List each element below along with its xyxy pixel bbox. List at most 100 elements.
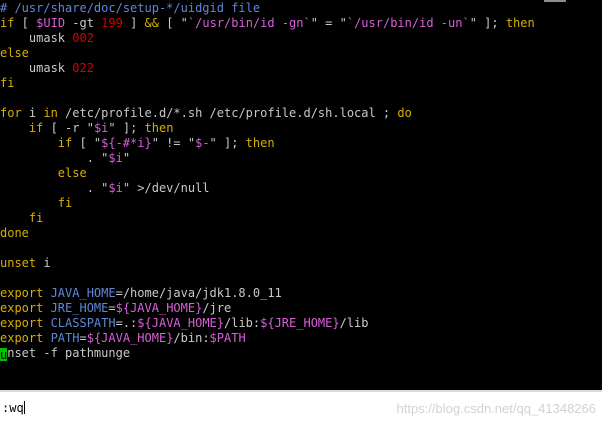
code-token: umask [0, 61, 73, 75]
code-token: PATH [43, 331, 80, 345]
command-line-bar[interactable]: :wq https://blog.csdn.net/qq_41348266 [0, 390, 602, 426]
code-token: ${JRE_HOME} [260, 316, 340, 330]
code-token: else [57, 166, 87, 180]
code-line[interactable] [0, 91, 535, 106]
code-token: JAVA_HOME [43, 286, 116, 300]
code-token: i [21, 106, 44, 120]
code-token: export [0, 301, 44, 315]
command-text: :wq [2, 401, 24, 415]
code-token: [ [14, 16, 37, 30]
code-token: $i [93, 121, 109, 135]
code-token: $i [108, 151, 123, 165]
code-line[interactable]: fi [0, 196, 535, 211]
code-line[interactable]: export CLASSPATH=.:${JAVA_HOME}/lib:${JR… [0, 316, 535, 331]
code-token: then [144, 121, 174, 135]
code-token: for [0, 106, 22, 120]
code-token: ${JAVA_HOME} [86, 331, 174, 345]
code-line[interactable]: . "$i" [0, 151, 535, 166]
code-token: 199 [101, 16, 123, 30]
code-token: && [144, 16, 159, 30]
code-token: CLASSPATH [43, 316, 116, 330]
code-token: " != " [151, 136, 196, 150]
code-token: $- [195, 136, 210, 150]
code-line[interactable]: if [ "${-#*i}" != "$-" ]; then [0, 136, 535, 151]
code-token: = [79, 331, 87, 345]
code-line[interactable]: export JRE_HOME=${JAVA_HOME}/jre [0, 301, 535, 316]
code-line[interactable]: unset i [0, 256, 535, 271]
code-buffer[interactable]: # /usr/share/doc/setup-*/uidgid file if [… [0, 1, 535, 362]
code-token: /lib [339, 316, 369, 330]
code-line[interactable] [0, 241, 535, 256]
code-token: then [505, 16, 535, 30]
code-token: ${-#*i} [101, 136, 152, 150]
code-line[interactable]: fi [0, 76, 535, 91]
code-token: then [245, 136, 275, 150]
code-token: . " [0, 151, 109, 165]
code-token: ${JAVA_HOME} [137, 316, 224, 330]
code-line[interactable]: else [0, 46, 535, 61]
watermark: https://blog.csdn.net/qq_41348266 [396, 401, 597, 416]
code-token: /lib: [224, 316, 261, 330]
vim-editor-area[interactable]: # /usr/share/doc/setup-*/uidgid file if [… [0, 0, 602, 390]
code-token: else [0, 46, 29, 60]
code-token: i [36, 256, 51, 270]
code-line[interactable]: export PATH=${JAVA_HOME}/bin:$PATH [0, 331, 535, 346]
code-line[interactable] [0, 271, 535, 286]
code-line[interactable]: . "$i" >/dev/null [0, 181, 535, 196]
code-token: unset [0, 256, 37, 270]
code-token: [ " [159, 16, 188, 30]
code-line[interactable]: fi [0, 211, 535, 226]
code-token: " >/dev/null [122, 181, 210, 195]
code-line[interactable]: if [ -r "$i" ]; then [0, 121, 535, 136]
code-token: /bin: [173, 331, 210, 345]
code-line[interactable]: umask 022 [0, 61, 535, 76]
code-token: ${JAVA_HOME} [115, 301, 203, 315]
scroll-indicator [544, 0, 566, 2]
code-token: fi [28, 211, 44, 225]
code-line[interactable]: done [0, 226, 535, 241]
code-token: 022 [72, 61, 94, 75]
code-line[interactable]: if [ $UID -gt 199 ] && [ "`/usr/bin/id -… [0, 16, 535, 31]
code-line[interactable]: else [0, 166, 535, 181]
code-token: /etc/profile.d/*.sh /etc/profile.d/sh.lo… [57, 106, 398, 120]
code-token: [ " [72, 136, 102, 150]
code-token: fi [57, 196, 73, 210]
code-token: " ]; [469, 16, 506, 30]
code-token: umask [0, 31, 73, 45]
code-token: `/usr/bin/id -gn` [187, 16, 311, 30]
code-line[interactable]: for i in /etc/profile.d/*.sh /etc/profil… [0, 106, 535, 121]
code-line[interactable]: unset -f pathmunge [0, 346, 535, 362]
code-token: done [0, 226, 29, 240]
code-token: $PATH [209, 331, 246, 345]
code-token: fi [0, 76, 15, 90]
code-token: if [28, 121, 44, 135]
code-token: =/home/java/jdk1.8.0_11 [115, 286, 282, 300]
code-token: `/usr/bin/id -un` [346, 16, 470, 30]
code-token: nset -f pathmunge [7, 346, 131, 360]
code-token: = [108, 301, 116, 315]
code-token: 002 [72, 31, 94, 45]
code-token: " ]; [209, 136, 246, 150]
code-token: ] [122, 16, 145, 30]
code-token: # /usr/share/doc/setup-*/uidgid file [0, 1, 261, 15]
code-token: " [122, 151, 131, 165]
code-token: if [0, 16, 15, 30]
code-token: if [57, 136, 73, 150]
code-token: . " [0, 181, 109, 195]
command-line[interactable]: :wq [2, 400, 25, 416]
code-token: " = " [310, 16, 347, 30]
code-token: export [0, 316, 44, 330]
code-token: -gt [65, 16, 102, 30]
code-token: export [0, 286, 44, 300]
code-line[interactable]: # /usr/share/doc/setup-*/uidgid file [0, 1, 535, 16]
code-token: in [43, 106, 58, 120]
code-line[interactable]: export JAVA_HOME=/home/java/jdk1.8.0_11 [0, 286, 535, 301]
code-token: $i [108, 181, 123, 195]
code-token: JRE_HOME [43, 301, 109, 315]
code-line[interactable]: umask 002 [0, 31, 535, 46]
